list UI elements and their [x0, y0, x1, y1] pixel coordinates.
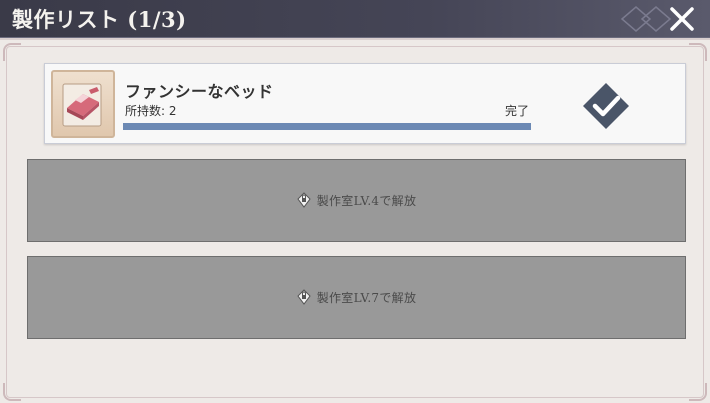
- craft-slot-locked: 製作室LV.7で解放: [27, 256, 686, 339]
- item-status: 完了: [505, 104, 530, 118]
- lock-icon: [297, 289, 311, 305]
- window-header: 製作リスト (1/3): [0, 0, 710, 38]
- craft-slot-active[interactable]: ファンシーなベッド 所持数: 2 完了: [44, 63, 686, 144]
- item-owned-count: 所持数: 2: [125, 104, 177, 118]
- close-button[interactable]: [666, 3, 698, 35]
- bed-item-icon: [62, 83, 102, 127]
- unlock-requirement-label: 製作室LV.4で解放: [316, 194, 417, 208]
- item-name: ファンシーなベッド: [125, 82, 274, 101]
- item-thumbnail: [51, 70, 115, 138]
- craft-progress-bar: [123, 123, 531, 130]
- craft-progress-fill: [123, 123, 531, 130]
- check-icon[interactable]: [581, 81, 631, 131]
- unlock-requirement-label: 製作室LV.7で解放: [316, 291, 417, 305]
- window-title: 製作リスト (1/3): [12, 7, 187, 32]
- craft-slot-locked: 製作室LV.4で解放: [27, 159, 686, 242]
- lock-icon: [297, 192, 311, 208]
